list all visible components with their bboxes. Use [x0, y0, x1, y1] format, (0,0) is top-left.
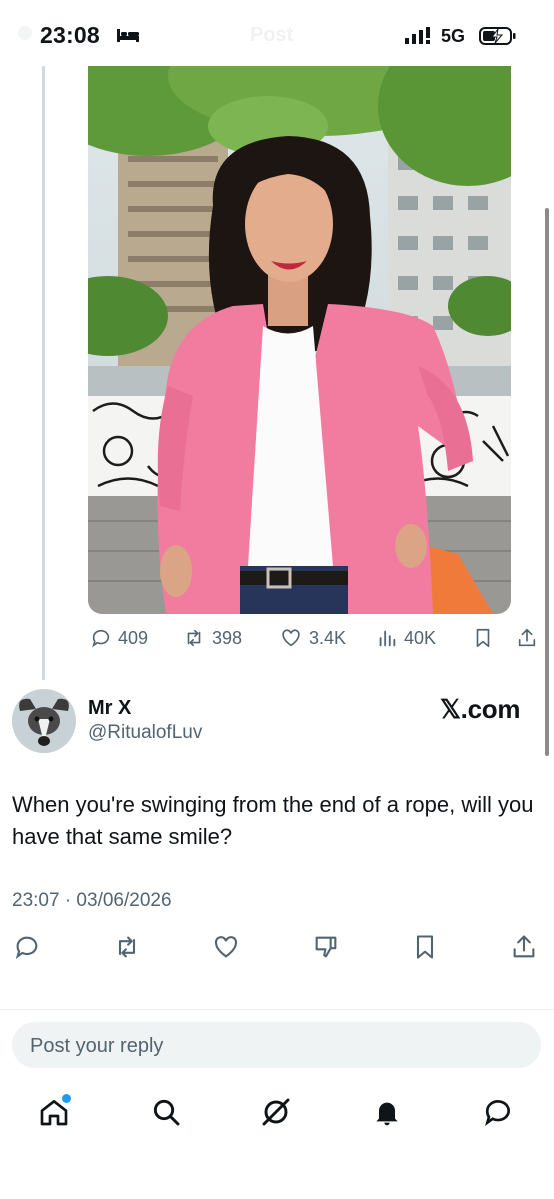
- search-icon: [150, 1096, 182, 1133]
- repost-button[interactable]: [112, 934, 142, 964]
- parent-like-button[interactable]: 3.4K: [279, 624, 346, 652]
- reply-count: 409: [118, 627, 149, 648]
- like-icon: [279, 627, 303, 649]
- nav-search[interactable]: [150, 1098, 182, 1130]
- reply-button[interactable]: [12, 934, 42, 964]
- views-icon: [376, 627, 398, 649]
- tweet-timestamp[interactable]: 23:07 · 03/06/2026: [12, 890, 172, 912]
- parent-repost-button[interactable]: 398: [182, 624, 242, 652]
- tweet-text: When you're swinging from the end of a r…: [12, 792, 534, 849]
- grok-icon: [260, 1096, 292, 1133]
- bed-icon: [116, 26, 140, 49]
- bookmark-icon: [411, 933, 439, 966]
- network-label: 5G: [441, 26, 466, 46]
- reply-icon: [90, 627, 112, 649]
- nav-messages[interactable]: [482, 1098, 514, 1130]
- author-name[interactable]: Mr X: [88, 697, 131, 720]
- messages-icon: [482, 1096, 514, 1133]
- reply-icon: [13, 933, 41, 966]
- bookmark-icon: [472, 627, 494, 649]
- home-badge: [62, 1094, 71, 1103]
- bookmark-button[interactable]: [410, 934, 440, 964]
- nav-grok[interactable]: [260, 1098, 292, 1130]
- scrollbar[interactable]: [545, 208, 549, 756]
- like-icon: [211, 933, 241, 966]
- share-icon: [510, 933, 538, 966]
- parent-reply-button[interactable]: 409: [90, 624, 148, 652]
- like-count: 3.4K: [309, 627, 347, 648]
- battery-charging-icon: [479, 26, 517, 51]
- like-button[interactable]: [211, 934, 241, 964]
- parent-bookmark-button[interactable]: [472, 624, 494, 652]
- thread-line: [42, 66, 45, 680]
- parent-share-button[interactable]: [516, 624, 538, 652]
- tweet-photo[interactable]: [88, 66, 511, 614]
- divider: [0, 1009, 554, 1010]
- avatar[interactable]: [12, 689, 76, 753]
- share-button[interactable]: [509, 934, 539, 964]
- back-icon[interactable]: [18, 26, 32, 40]
- share-icon: [516, 627, 538, 649]
- author-handle[interactable]: @RitualofLuv: [88, 722, 202, 744]
- nav-notifications[interactable]: [371, 1098, 403, 1130]
- thumbs-down-icon: [311, 933, 341, 966]
- reply-placeholder[interactable]: Post your reply: [30, 1035, 163, 1058]
- source-link[interactable]: 𝕏.com: [440, 694, 520, 725]
- status-time: 23:08: [40, 22, 100, 48]
- page-title: Post: [250, 24, 294, 46]
- dislike-button[interactable]: [311, 934, 341, 964]
- notifications-icon: [371, 1096, 403, 1133]
- views-count: 40K: [404, 627, 437, 648]
- repost-count: 398: [212, 627, 243, 648]
- repost-icon: [182, 627, 206, 649]
- signal-icon: [404, 26, 434, 51]
- repost-icon: [112, 933, 142, 966]
- parent-views-button[interactable]: 40K: [376, 624, 436, 652]
